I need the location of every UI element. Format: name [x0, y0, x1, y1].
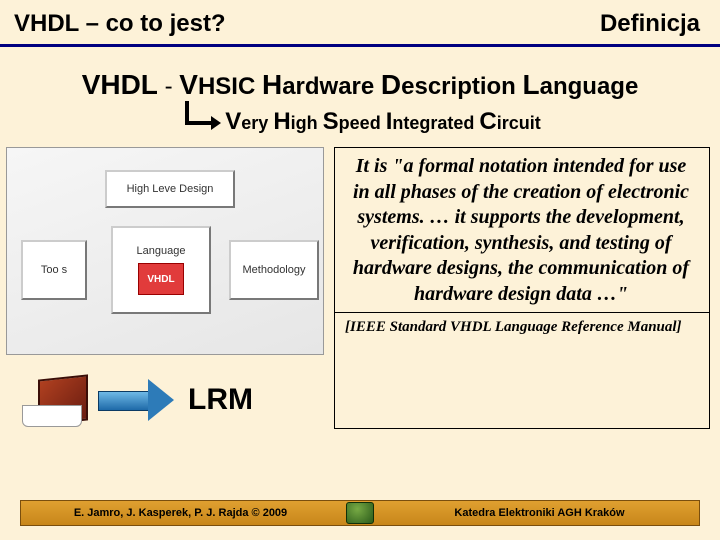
- quote-text: It is "a formal notation intended for us…: [335, 148, 709, 312]
- book-icon: [14, 371, 86, 429]
- slide: VHDL – co to jest? Definicja VHDL - VHSI…: [0, 0, 720, 540]
- footer-right: Katedra Elektroniki AGH Kraków: [380, 507, 699, 519]
- lrm-label: LRM: [188, 383, 253, 417]
- vhdl-lead: VHDL: [82, 69, 158, 100]
- footer-left: E. Jamro, J. Kasperek, P. J. Rajda © 200…: [21, 507, 340, 519]
- language-label: Language: [137, 245, 186, 257]
- box-tools: Too s: [21, 240, 87, 300]
- box-language: Language VHDL: [111, 226, 211, 314]
- subline-row: Very High Speed Integrated Circuit: [0, 107, 720, 137]
- arrow-right-icon: [98, 379, 176, 421]
- diagram-column: High Leve Design Too s Language VHDL Met…: [6, 147, 326, 429]
- citation: [IEEE Standard VHDL Language Reference M…: [335, 312, 709, 344]
- vhdl-chip: VHDL: [138, 263, 184, 295]
- block-diagram: High Leve Design Too s Language VHDL Met…: [6, 147, 324, 355]
- box-methodology: Methodology: [229, 240, 319, 300]
- hook-arrow-icon: [179, 107, 219, 137]
- quote-box: It is "a formal notation intended for us…: [334, 147, 710, 429]
- header-right: Definicja: [600, 10, 700, 38]
- header: VHDL – co to jest? Definicja: [0, 0, 720, 47]
- header-left: VHDL – co to jest?: [14, 10, 226, 38]
- footer-bar: E. Jamro, J. Kasperek, P. J. Rajda © 200…: [20, 500, 700, 526]
- vhsic-expansion: Very High Speed Integrated Circuit: [225, 108, 540, 136]
- dash: -: [158, 73, 179, 100]
- box-high-level-design: High Leve Design: [105, 170, 235, 208]
- agh-logo-icon: [346, 502, 374, 524]
- lrm-row: LRM: [6, 371, 326, 429]
- acronym-line: VHDL - VHSIC Hardware Description Langua…: [0, 69, 720, 101]
- content-row: High Leve Design Too s Language VHDL Met…: [0, 147, 720, 429]
